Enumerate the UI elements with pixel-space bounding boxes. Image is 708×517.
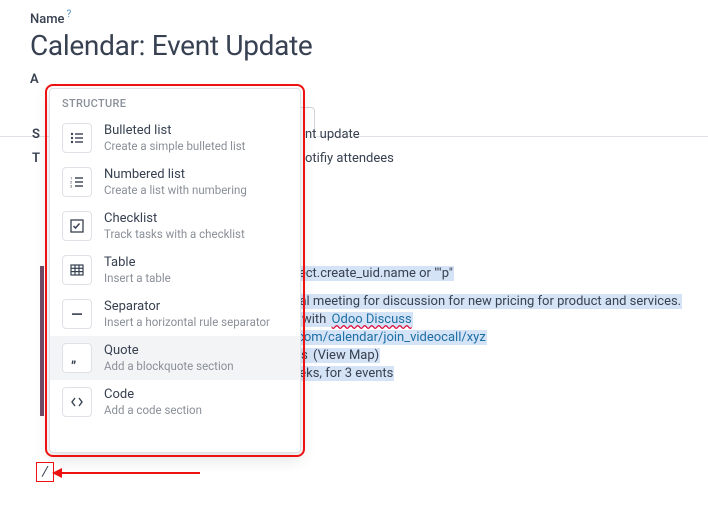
field-s-label: S (32, 127, 40, 142)
menu-item-table[interactable]: Table Insert a table (50, 248, 300, 292)
menu-item-quote[interactable]: „ Quote Add a blockquote section (50, 336, 300, 380)
table-icon (62, 255, 92, 285)
menu-desc: Insert a table (104, 271, 288, 285)
popup-header: STRUCTURE (50, 89, 300, 116)
separator-icon (62, 299, 92, 329)
bulleted-list-icon (62, 123, 92, 153)
powerbox-popup: STRUCTURE Bulleted list Create a simple … (49, 88, 301, 453)
svg-text:3: 3 (70, 184, 72, 189)
field-t-label: T (32, 151, 40, 166)
menu-desc: Add a code section (104, 403, 288, 417)
menu-desc: Insert a horizontal rule separator (104, 315, 288, 329)
body-marker (40, 266, 44, 416)
field-s-value: nt update (305, 127, 360, 142)
svg-text:„: „ (71, 351, 76, 365)
menu-title: Code (104, 387, 288, 402)
menu-item-bulleted-list[interactable]: Bulleted list Create a simple bulleted l… (50, 116, 300, 160)
menu-desc: Track tasks with a checklist (104, 227, 288, 241)
field-a-label: A (30, 72, 48, 87)
expr-text: object.create_uid.name or ""p" (280, 266, 454, 281)
code-icon (62, 387, 92, 417)
page-title[interactable]: Calendar: Event Update (30, 29, 678, 62)
menu-title: Quote (104, 343, 288, 358)
menu-title: Numbered list (104, 167, 288, 182)
help-icon[interactable]: ? (67, 9, 72, 20)
annotation-arrow (60, 472, 200, 474)
videocall-url[interactable]: ny.com/calendar/join_videocall/xyz (280, 330, 487, 345)
menu-item-code[interactable]: Code Add a code section (50, 380, 300, 424)
menu-desc: Create a list with numbering (104, 183, 288, 197)
menu-title: Checklist (104, 211, 288, 226)
checklist-icon (62, 211, 92, 241)
menu-title: Table (104, 255, 288, 270)
numbered-list-icon: 123 (62, 167, 92, 197)
view-map-text[interactable]: (View Map) (312, 348, 380, 363)
menu-item-separator[interactable]: Separator Insert a horizontal rule separ… (50, 292, 300, 336)
menu-title: Bulleted list (104, 123, 288, 138)
menu-desc: Add a blockquote section (104, 359, 288, 373)
field-t-value: otifiy attendees (305, 151, 394, 166)
odoo-discuss-link[interactable]: Odoo Discuss (331, 312, 413, 327)
menu-item-numbered-list[interactable]: 123 Numbered list Create a list with num… (50, 160, 300, 204)
menu-desc: Create a simple bulleted list (104, 139, 288, 153)
body-line-1: ernal meeting for discussion for new pri… (280, 294, 682, 309)
name-label: Name (30, 12, 65, 27)
menu-item-checklist[interactable]: Checklist Track tasks with a checklist (50, 204, 300, 248)
quote-icon: „ (62, 343, 92, 373)
menu-title: Separator (104, 299, 288, 314)
